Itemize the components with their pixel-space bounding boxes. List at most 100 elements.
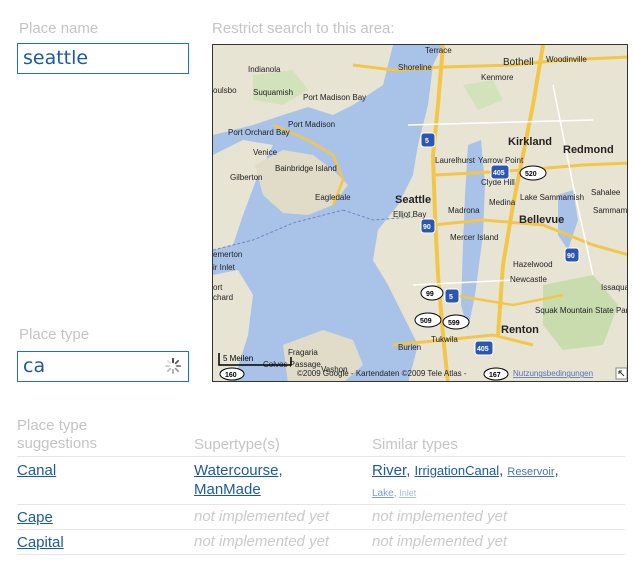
row-divider [17, 456, 625, 457]
map-label-inlet: ir Inlet [213, 263, 236, 272]
map-label-emerton: emerton [213, 250, 242, 259]
map-label-terrace: Terrace [425, 46, 452, 55]
svg-text:90: 90 [423, 224, 431, 231]
header-suggestions: Place type suggestions [17, 417, 98, 452]
highway-shield-5-south: 5 [444, 288, 460, 304]
map-label-port-madison-bay: Port Madison Bay [303, 93, 366, 102]
map-label-port-orchard-bay: Port Orchard Bay [228, 128, 290, 137]
highway-shield-5-north: 5 [420, 132, 436, 148]
map-label-squak: Squak Mountain State Park [535, 306, 628, 315]
map-label-issaqua: Issaqua [601, 283, 628, 292]
map-label-gilberton: Gilberton [230, 173, 262, 182]
place-type-label: Place type [19, 326, 90, 343]
supertypes-cell: Watercourse, ManMade [194, 462, 283, 498]
table-row: Capital [17, 533, 64, 552]
supertypes-not-implemented: not implemented yet [194, 533, 330, 550]
map-label-tukwila: Tukwila [431, 335, 458, 344]
map-label-mercer-island: Mercer Island [450, 233, 498, 242]
svg-text:520: 520 [525, 171, 537, 178]
map-label-redmond: Redmond [563, 144, 614, 156]
map-label-renton: Renton [501, 324, 539, 336]
similar-link-irrigationcanal[interactable]: IrrigationCanal [415, 463, 500, 478]
similar-link-reservoir[interactable]: Reservoir [507, 466, 554, 478]
svg-text:5: 5 [449, 294, 453, 301]
map-label-sammamish: Sammam [593, 206, 628, 215]
map-label-bothell: Bothell [503, 57, 534, 68]
svg-text:509: 509 [420, 318, 432, 325]
highway-shield-599: 599 [442, 314, 470, 330]
svg-text:599: 599 [448, 320, 460, 327]
similar-link-inlet[interactable]: Inlet [399, 488, 416, 498]
map-label-kirkland: Kirkland [508, 136, 552, 148]
similar-not-implemented: not implemented yet [372, 533, 508, 550]
place-name-label: Place name [19, 20, 99, 37]
place-type-link-cape[interactable]: Cape [17, 509, 53, 526]
highway-shield-509: 509 [414, 312, 442, 328]
map-label-suquamish: Suquamish [253, 88, 293, 97]
map-label-medina: Medina [489, 198, 516, 207]
svg-text:405: 405 [493, 170, 505, 177]
map-label-venice: Venice [253, 148, 278, 157]
svg-text:99: 99 [426, 291, 434, 298]
map-label-seattle: Seattle [395, 194, 431, 206]
place-type-input[interactable]: ca [17, 351, 189, 382]
map-label-shoreline: Shoreline [398, 63, 432, 72]
map-label-hazelwood: Hazelwood [513, 260, 553, 269]
highway-shield-405-south: 405 [474, 340, 494, 356]
map-label-lake-sammamish: Lake Sammamish [520, 193, 584, 202]
row-divider [17, 504, 625, 505]
map-label-kenmore: Kenmore [481, 73, 514, 82]
map-label-yarrow-point: Yarrow Point [478, 156, 524, 165]
highway-shield-160: 160 [219, 367, 245, 381]
map-label-bainbridge-island: Bainbridge Island [275, 164, 337, 173]
table-row: Canal [17, 461, 56, 480]
highway-shield-405: 405 [490, 164, 510, 180]
map-label-indianola: Indianola [248, 65, 281, 74]
map-label-ort: ort [213, 283, 223, 292]
map-label-woodinville: Woodinville [546, 55, 587, 64]
table-row: Cape [17, 508, 53, 527]
loading-spinner-icon [164, 357, 182, 375]
svg-text:5: 5 [425, 138, 429, 145]
highway-shield-167: 167 [483, 367, 509, 381]
header-similar: Similar types [372, 436, 458, 453]
place-type-link-capital[interactable]: Capital [17, 534, 64, 551]
row-divider [17, 554, 625, 555]
similar-not-implemented: not implemented yet [372, 508, 508, 525]
map-label-eagledale: Eagledale [315, 193, 351, 202]
map-expand-icon[interactable] [615, 367, 627, 380]
map-terms-link[interactable]: Nutzungsbedingungen [513, 369, 593, 378]
map-label-fragaria: Fragaria [288, 348, 318, 357]
area-map[interactable]: Terrace Shoreline Bothell Woodinville Ke… [212, 44, 628, 382]
svg-text:405: 405 [477, 346, 489, 353]
place-type-link-canal[interactable]: Canal [17, 462, 56, 479]
map-label-port-madison: Port Madison [288, 120, 335, 129]
map-label-bellevue: Bellevue [519, 214, 564, 226]
map-label-poulsbo: oulsbo [213, 86, 237, 95]
supertypes-not-implemented: not implemented yet [194, 508, 330, 525]
supertype-link-manmade[interactable]: ManMade [194, 481, 261, 498]
place-type-value: ca [23, 355, 46, 377]
map-label-burien: Burien [398, 343, 421, 352]
map-label-sahalee: Sahalee [591, 188, 621, 197]
map-label-newcastle: Newcastle [510, 275, 547, 284]
highway-shield-90-east: 90 [564, 247, 580, 263]
similar-cell: River, IrrigationCanal, Reservoir, Lake,… [372, 462, 559, 499]
map-label-elliot-bay: Elliot Bay [393, 210, 426, 219]
highway-shield-99: 99 [420, 285, 444, 301]
header-supertypes: Supertype(s) [194, 436, 280, 453]
svg-text:5 Meilen: 5 Meilen [223, 354, 253, 363]
map-label-laurelhurst: Laurelhurst [435, 156, 476, 165]
similar-link-river[interactable]: River [372, 462, 406, 479]
map-label-chard: chard [213, 293, 233, 302]
place-name-input[interactable]: seattle [17, 43, 189, 74]
map-label-madrona: Madrona [448, 206, 480, 215]
supertype-link-watercourse[interactable]: Watercourse [194, 462, 278, 479]
highway-shield-520: 520 [519, 165, 547, 181]
similar-link-lake[interactable]: Lake [372, 488, 394, 499]
area-label: Restrict search to this area: [212, 20, 395, 37]
row-divider [17, 529, 625, 530]
svg-text:160: 160 [225, 372, 237, 379]
map-copyright: ©2009 Google - Kartendaten ©2009 Tele At… [297, 369, 467, 378]
svg-text:90: 90 [567, 253, 575, 260]
